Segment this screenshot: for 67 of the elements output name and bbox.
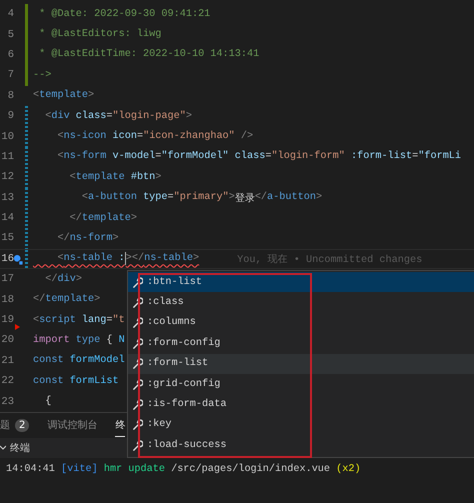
code-line: * @LastEditors: liwg [38,29,162,40]
suggestion-item[interactable]: :columns [128,312,474,334]
lightbulb-icon[interactable] [13,254,23,266]
line-number: 20 [0,334,14,346]
line-number: 11 [0,150,14,163]
wrench-icon [132,358,143,370]
line-number: 5 [6,28,14,41]
suggestion-item[interactable]: :btn-list [128,272,474,292]
line-number: 14 [0,212,14,224]
suggestion-item[interactable]: :form-config [128,333,474,354]
line-number: 19 [0,314,14,326]
wrench-icon [132,317,143,328]
line-number: 9 [6,110,14,122]
line-number: 17 [0,273,14,286]
wrench-icon [132,297,143,308]
line-number: 12 [0,171,14,184]
code-line: <script lang="t [33,314,125,326]
suggestion-item[interactable]: :key [128,414,474,436]
line-number: 23 [0,396,14,408]
code-line: <ns-form v-model="formModel" class="login-form" :form-list="formLi [56,151,462,162]
code-line: <div class="login-page"> [44,110,192,122]
count-badge: 2 [15,418,30,432]
line-number: 7 [6,69,14,82]
line-number: 21 [0,354,14,367]
blame-annotation: You, 现在 • Uncommitted changes [237,253,422,266]
code-line: { [44,396,52,408]
suggestion-item[interactable]: :is-form-data [128,394,474,415]
wrench-icon [132,276,143,288]
suggestion-item[interactable]: :class [128,292,474,313]
line-number: 16 [0,252,14,265]
chevron-icon[interactable] [0,444,6,452]
line-number: 22 [0,375,14,388]
code-line: import type { N [33,334,125,346]
code-line: * @LastEditTime: 2022-10-10 14:13:41 [38,49,260,60]
line-number: 8 [6,90,14,102]
code-line: <a-button type="primary">登录</a-button> [80,190,322,205]
panel-tab[interactable]: 终 [115,414,126,437]
wrench-icon [132,378,143,390]
code-line: </div> [44,274,82,285]
code-line: </template> [68,212,137,224]
suggestion-item[interactable]: :form-list [128,354,474,374]
code-line: <template #btn> [68,172,162,183]
panel-tab[interactable]: 调试控制台 [47,414,98,437]
wrench-icon [132,399,143,410]
code-line: <ns-icon icon="icon-zhanghao" /> [56,131,254,142]
line-number: 18 [0,294,14,306]
suggestion-item[interactable]: :grid-config [128,374,474,394]
code-line: <template> [33,90,94,102]
suggestion-item[interactable]: :load-success [128,435,474,456]
code-line: </template> [33,294,100,306]
code-line: const formList [33,376,119,387]
wrench-icon [132,338,143,349]
terminal-line: 14:04:41 [vite] hmr update /src/pages/login/index.vue (x2) [6,464,362,475]
panel-tab[interactable]: 题 2 [0,414,30,437]
code-line: </ns-form> [56,232,119,244]
code-line: <ns-table :></ns-table> [56,252,200,266]
code-line: const formModel [33,355,125,366]
line-number: 15 [0,232,14,244]
code-line: * @Date: 2022-09-30 09:41:21 [38,8,210,20]
terminal-title: 终端 [10,442,30,455]
line-number: 10 [0,130,14,143]
line-number: 4 [6,8,14,20]
code-line: --> [33,70,52,81]
wrench-icon [132,419,143,430]
line-number: 13 [0,192,14,204]
line-number: 6 [6,48,14,61]
wrench-icon [132,440,143,451]
